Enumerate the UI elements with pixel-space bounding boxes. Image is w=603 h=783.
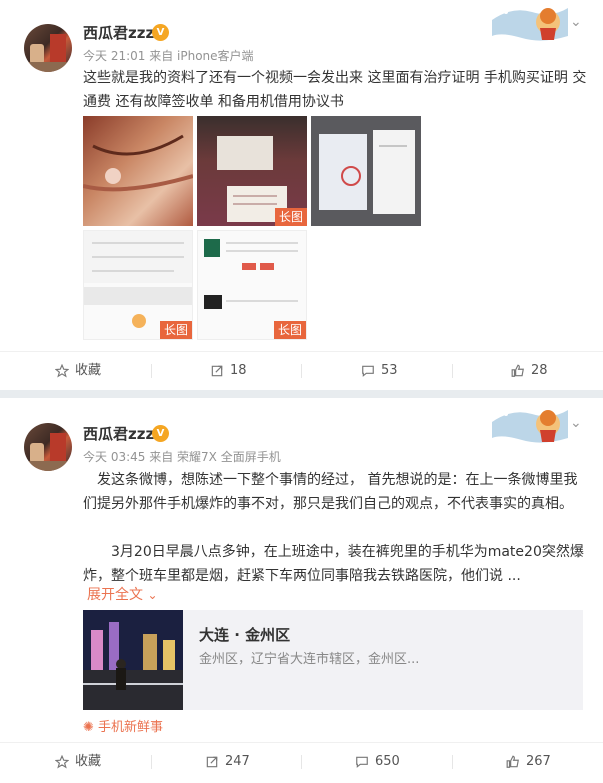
repost-icon: [211, 365, 223, 376]
repost-button[interactable]: 18: [210, 352, 247, 390]
divider: [301, 364, 302, 378]
comment-icon: [356, 756, 368, 768]
chevron-down-icon: ⌄: [147, 588, 158, 602]
location-subtitle: 金州区，辽宁省大连市辖区，金州区...: [199, 652, 420, 667]
verified-badge-icon: V: [152, 425, 169, 442]
favorite-label: 收藏: [75, 363, 102, 378]
night-city-photo-icon: [83, 610, 183, 710]
card-decoration-icon: [492, 6, 568, 41]
thumbs-up-icon: [506, 754, 519, 768]
topic-label: 手机新鲜事: [98, 720, 164, 735]
comment-icon: [362, 365, 374, 377]
verified-badge-icon: V: [152, 24, 169, 41]
divider: [452, 755, 453, 769]
comment-button[interactable]: 650: [355, 743, 400, 781]
avatar[interactable]: [24, 24, 72, 72]
divider: [151, 364, 152, 378]
star-icon: [54, 363, 70, 378]
post-meta: 今天 03:45 来自 荣耀7X 全面屏手机: [83, 450, 281, 464]
post-image[interactable]: [83, 116, 193, 226]
divider: [151, 755, 152, 769]
post-footer: 收藏 18 53 28: [0, 351, 603, 389]
post-image[interactable]: [311, 116, 421, 226]
card-decoration-icon: [492, 408, 568, 443]
long-image-badge: 长图: [274, 208, 307, 226]
comment-count: 53: [381, 363, 398, 378]
post-footer: 收藏 247 650 267: [0, 742, 603, 780]
repost-count: 18: [230, 363, 247, 378]
long-image-badge: 长图: [159, 321, 192, 339]
thumbs-up-icon: [511, 363, 524, 377]
like-button[interactable]: 28: [511, 352, 548, 390]
like-count: 28: [531, 363, 548, 378]
favorite-label: 收藏: [75, 754, 102, 769]
divider: [452, 364, 453, 378]
location-card[interactable]: 大连 · 金州区 金州区，辽宁省大连市辖区，金州区...: [83, 610, 583, 710]
post-text-paragraph-1: 发这条微博，想陈述一下整个事情的经过， 首先想说的是：在上一条微博里我们提另外那…: [83, 472, 578, 512]
repost-button[interactable]: 247: [205, 743, 250, 781]
chevron-down-icon[interactable]: ⌄: [570, 14, 582, 30]
username[interactable]: 西瓜君zzz: [83, 22, 154, 43]
post-image[interactable]: 长图: [83, 230, 193, 340]
username[interactable]: 西瓜君zzz: [83, 423, 154, 444]
post-text-paragraph-2: 3月20日早晨八点多钟，在上班途中，装在裤兜里的手机华为mate20突然爆炸，整…: [83, 544, 584, 584]
post-card-2: 西瓜君zzz V 今天 03:45 来自 荣耀7X 全面屏手机 ⌄ 发这条微博，…: [0, 398, 603, 783]
post-image[interactable]: 长图: [197, 116, 307, 226]
like-count: 267: [526, 754, 551, 769]
long-image-badge: 长图: [273, 321, 306, 339]
favorite-button[interactable]: 收藏: [54, 352, 102, 390]
star-icon: [54, 754, 70, 769]
divider: [301, 755, 302, 769]
expand-full-text-link[interactable]: 展开全文 ⌄: [87, 584, 158, 604]
comment-button[interactable]: 53: [361, 352, 398, 390]
topic-icon: ✺: [83, 720, 94, 735]
post-card-1: 西瓜君zzz V 今天 21:01 来自 iPhone客户端 ⌄ 这些就是我的资…: [0, 0, 603, 390]
repost-icon: [206, 756, 218, 767]
post-image[interactable]: 长图: [197, 230, 307, 340]
location-image: [83, 610, 183, 710]
location-title: 大连 · 金州区: [199, 626, 291, 644]
like-button[interactable]: 267: [506, 743, 551, 781]
repost-count: 247: [225, 754, 250, 769]
receipt-photo-icon: [319, 130, 415, 214]
favorite-button[interactable]: 收藏: [54, 743, 102, 781]
comment-count: 650: [375, 754, 400, 769]
post-meta: 今天 21:01 来自 iPhone客户端: [83, 49, 254, 63]
post-text: 这些就是我的资料了还有一个视频一会发出来 这里面有治疗证明 手机购买证明 交通费…: [83, 70, 587, 110]
chevron-down-icon[interactable]: ⌄: [570, 415, 582, 431]
avatar[interactable]: [24, 423, 72, 471]
injury-photo-icon: [83, 134, 193, 192]
expand-label: 展开全文: [87, 587, 143, 603]
topic-link[interactable]: ✺ 手机新鲜事: [83, 716, 163, 735]
